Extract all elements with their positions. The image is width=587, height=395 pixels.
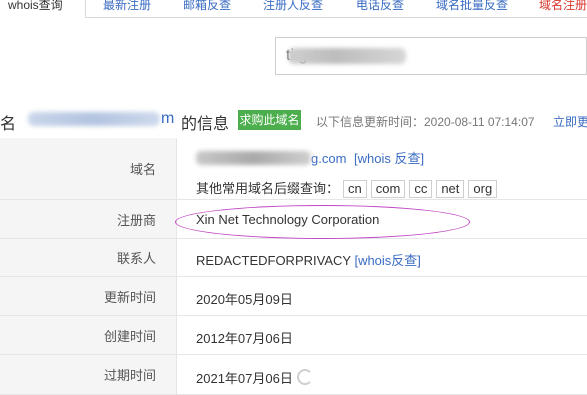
row-key: 域名	[0, 138, 177, 199]
row-key: 注册商	[0, 200, 177, 238]
info-domain-end[interactable]: m	[161, 110, 174, 128]
tab-registrant-reverse[interactable]: 注册人反查	[263, 0, 323, 17]
domain-end: g.com	[311, 151, 347, 166]
tab-bar: whois查询 最新注册 邮箱反查 注册人反查 电话反查 域名批量反查 域名注册	[0, 0, 587, 18]
row-key: 过期时间	[0, 355, 177, 394]
buy-domain-button[interactable]: 求购此域名	[238, 110, 301, 130]
tab-bulk-reverse[interactable]: 域名批量反查	[436, 0, 508, 17]
domain-value: g.com [whois 反查]	[196, 148, 424, 167]
table-row-contact: 联系人 REDACTEDFORPRIVACY [whois反查]	[0, 239, 587, 277]
suffix-chip-cc[interactable]: cc	[409, 180, 433, 198]
contact-whois-reverse-link[interactable]: [whois反查]	[354, 253, 420, 268]
blurred-text	[288, 48, 406, 64]
table-row-updated: 更新时间 2020年05月09日	[0, 277, 587, 316]
expires-text: 2021年07月06日	[196, 371, 293, 386]
update-time: 以下信息更新时间：2020-08-11 07:14:07	[316, 115, 535, 129]
domain-info-header: 名 m 的信息 求购此域名 以下信息更新时间：2020-08-11 07:14:…	[0, 108, 587, 133]
contact-text: REDACTEDFORPRIVACY	[196, 253, 351, 268]
contact-value: REDACTEDFORPRIVACY [whois反查]	[196, 250, 421, 269]
loading-spinner-icon	[296, 369, 313, 385]
registrar-value: Xin Net Technology Corporation	[196, 212, 380, 227]
row-key: 更新时间	[0, 277, 177, 315]
update-now-link[interactable]: 立即更新	[553, 113, 587, 130]
tab-domain-register[interactable]: 域名注册	[539, 0, 587, 17]
row-key: 创建时间	[0, 316, 177, 354]
tab-phone-reverse[interactable]: 电话反查	[356, 0, 404, 17]
info-suffix: 的信息	[181, 116, 230, 133]
suffix-chip-org[interactable]: org	[468, 180, 498, 198]
created-value: 2012年07月06日	[196, 331, 293, 346]
whois-reverse-link[interactable]: [whois 反查]	[354, 151, 424, 166]
row-key: 联系人	[0, 239, 177, 276]
blurred-domain	[196, 151, 311, 165]
tab-email-reverse[interactable]: 邮箱反查	[183, 0, 231, 17]
table-row-expires: 过期时间 2021年07月06日	[0, 355, 587, 395]
suffix-chip-net[interactable]: net	[436, 180, 465, 198]
tab-whois[interactable]: whois查询	[0, 0, 86, 18]
blurred-domain	[28, 112, 160, 126]
suffix-query: 其他常用域名后缀查询： cn com cc net org	[196, 178, 498, 198]
suffix-chip-cn[interactable]: cn	[343, 180, 367, 198]
table-row-registrar: 注册商 Xin Net Technology Corporation	[0, 200, 587, 239]
table-row-domain: 域名 g.com [whois 反查] 其他常用域名后缀查询： cn com cc ne…	[0, 138, 587, 200]
suffix-label: 其他常用域名后缀查询：	[196, 181, 340, 196]
search-box[interactable]	[275, 37, 587, 75]
info-prefix: 名	[0, 116, 17, 133]
expires-value: 2021年07月06日	[196, 368, 313, 387]
suffix-chip-com[interactable]: com	[370, 180, 406, 198]
table-row-created: 创建时间 2012年07月06日	[0, 316, 587, 355]
tab-latest-registered[interactable]: 最新注册	[103, 0, 151, 17]
updated-value: 2020年05月09日	[196, 292, 293, 307]
